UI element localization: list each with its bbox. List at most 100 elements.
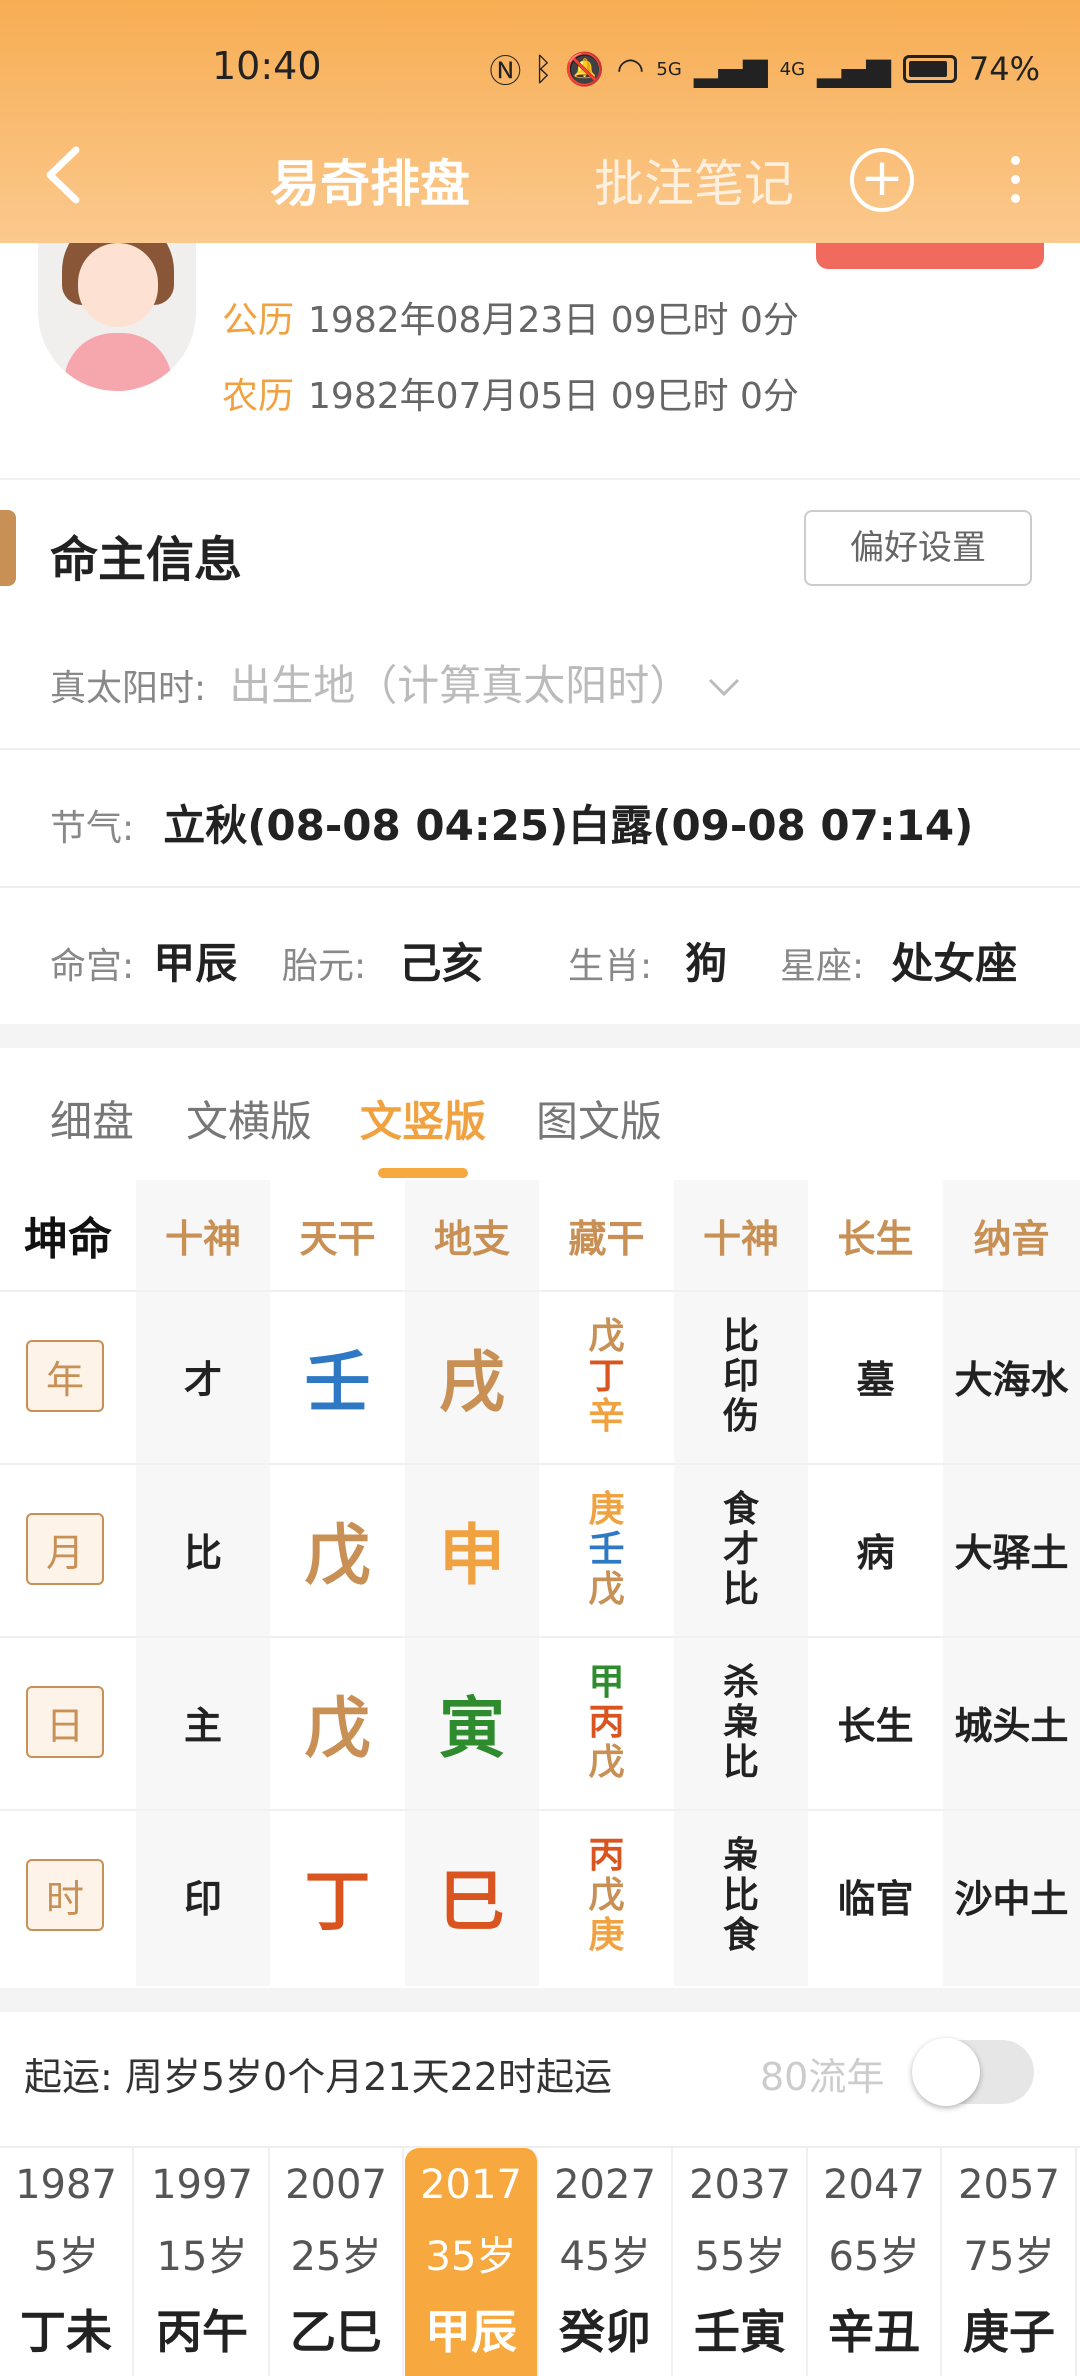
dayun-item[interactable]: 2037 55岁 壬寅 — [674, 2148, 808, 2376]
nayin: 沙中土 — [954, 1877, 1069, 1921]
dayun-year: 2057 — [958, 2162, 1060, 2208]
qiyun-row: 起运: 周岁5岁0个月21天22时起运 80流年 — [0, 2010, 1080, 2144]
profile-card: 公历 1982年08月23日 09巳时 0分 农历 1982年07月05日 09巳时… — [0, 223, 1080, 478]
dayun-age: 35岁 — [425, 2234, 517, 2280]
taiyuan-row: 胎元: 己亥 — [282, 930, 483, 991]
dayun-item[interactable]: 1997 15岁 丙午 — [136, 2148, 270, 2376]
tiangan: 壬 — [304, 1343, 371, 1421]
dayun-gz: 乙巳 — [290, 2305, 382, 2359]
dayun-age: 25岁 — [290, 2234, 382, 2280]
canggan-shishen-char: 食 — [722, 1914, 759, 1956]
chevron-down-icon — [709, 678, 740, 697]
canggan-shishen-char: 伤 — [722, 1395, 759, 1437]
birthplace-select[interactable]: 出生地（计算真太阳时） — [229, 661, 691, 710]
dayun-item[interactable]: 1987 5岁 丁未 — [0, 2148, 134, 2376]
dayun-year: 1997 — [151, 2162, 253, 2208]
xingzuo-value: 处女座 — [891, 939, 1018, 988]
solar-date-row: 公历 1982年08月23日 09巳时 0分 — [222, 291, 799, 343]
signal-bars-icon-2: ▂▄▆ — [817, 50, 891, 88]
pillar-tag[interactable]: 年 — [26, 1340, 104, 1412]
dayun-age: 45岁 — [559, 2234, 651, 2280]
dayun-year: 2007 — [285, 2162, 387, 2208]
dayun-gz: 甲辰 — [425, 2305, 517, 2359]
dayun-gz: 辛丑 — [828, 2305, 920, 2359]
dayun-item[interactable]: 2017 35岁甲辰 — [405, 2148, 539, 2376]
dayun-gz: 癸卯 — [559, 2305, 651, 2359]
true-sun-row[interactable]: 真太阳时: 出生地（计算真太阳时） — [50, 652, 742, 713]
pillar-tag[interactable]: 日 — [26, 1686, 104, 1758]
dayun-year: 2017 — [420, 2162, 522, 2208]
gender-label: 坤命 — [24, 1214, 112, 1265]
tiangan: 戊 — [304, 1516, 371, 1594]
canggan-shishen-char: 枭 — [722, 1701, 759, 1743]
status-icons: Ⓝ ᛒ 🔕 ◠ 5G ▂▄▆ 4G ▂▄▆ 74% — [489, 46, 1040, 92]
tab-notes[interactable]: 批注笔记 — [594, 144, 794, 216]
canggan-shishen-char: 比 — [722, 1874, 759, 1916]
header-canggan: 藏干 — [568, 1216, 645, 1261]
dayun-gz: 丙午 — [156, 2305, 248, 2359]
taiyuan-value: 己亥 — [399, 939, 484, 988]
nayin: 大海水 — [954, 1358, 1069, 1402]
dizhi: 申 — [439, 1516, 505, 1594]
more-menu-icon[interactable] — [1000, 150, 1030, 210]
dizhi: 戌 — [439, 1343, 505, 1421]
tab-wenshu[interactable]: 文竖版 — [360, 1088, 486, 1149]
preference-settings-button[interactable]: 偏好设置 — [804, 510, 1032, 586]
dayun-item[interactable]: 2057 75岁 庚子 — [943, 2148, 1077, 2376]
add-icon[interactable]: + — [850, 148, 914, 212]
pillar-tag[interactable]: 月 — [26, 1513, 104, 1585]
signal-5g-icon: 5G — [656, 58, 682, 80]
minggong-label: 命宫: — [50, 946, 135, 987]
header-canggan-shishen: 十神 — [702, 1216, 779, 1261]
avatar[interactable] — [38, 223, 196, 391]
shengxiao-row: 生肖: 狗 — [568, 930, 727, 991]
status-time: 10:40 — [212, 44, 322, 88]
app-header: 10:40 Ⓝ ᛒ 🔕 ◠ 5G ▂▄▆ 4G ▂▄▆ 74% 易奇排盘 批注笔… — [0, 0, 1080, 243]
back-button[interactable] — [36, 140, 96, 210]
dayun-gz: 庚子 — [963, 2305, 1055, 2359]
canggan-char: 丁 — [588, 1355, 625, 1397]
canggan-shishen-char: 杀 — [722, 1661, 759, 1703]
header-shishen: 十神 — [164, 1216, 241, 1261]
dayun-age: 55岁 — [694, 2234, 786, 2280]
battery-percent: 74% — [968, 50, 1040, 88]
canggan-char: 庚 — [588, 1914, 625, 1956]
canggan-stack: 丙戊庚 — [539, 1809, 674, 1982]
battery-icon — [902, 55, 957, 83]
canggan-shishen-char: 比 — [722, 1741, 759, 1783]
dayun-item[interactable]: 2007 25岁乙巳 — [270, 2148, 404, 2376]
canggan-char: 戊 — [588, 1568, 625, 1610]
nfc-icon: Ⓝ — [489, 52, 522, 90]
tab-yiqi-paipan[interactable]: 易奇排盘 — [270, 144, 470, 216]
pillar-tag[interactable]: 时 — [26, 1859, 104, 1931]
dayun-item[interactable]: 2027 45岁 癸卯 — [539, 2148, 673, 2376]
canggan-char: 丙 — [588, 1834, 625, 1876]
tab-wenheng[interactable]: 文横版 — [186, 1088, 312, 1149]
minggong-row: 命宫: 甲辰 — [50, 930, 237, 991]
dayun-age: 5岁 — [33, 2234, 99, 2280]
dayun-item[interactable]: 2047 65岁 辛丑 — [808, 2148, 942, 2376]
nayin: 大驿土 — [954, 1531, 1069, 1575]
signal-4g-icon: 4G — [779, 58, 806, 80]
header-tiangan: 天干 — [299, 1216, 376, 1261]
minggong-value: 甲辰 — [153, 939, 238, 988]
canggan-shishen-char: 枭 — [722, 1834, 759, 1876]
dizhi: 巳 — [439, 1862, 505, 1940]
tab-xipan[interactable]: 细盘 — [50, 1088, 134, 1149]
jieqi-row: 节气: 立秋(08-08 04:25)白露(09-08 07:14) — [50, 792, 973, 853]
lunar-value: 1982年07月05日 09巳时 0分 — [308, 376, 799, 417]
shengxiao-value: 狗 — [685, 939, 728, 988]
tab-tuwen[interactable]: 图文版 — [536, 1088, 662, 1149]
canggan-shishen-stack: 比印伤 — [674, 1290, 808, 1463]
canggan-char: 壬 — [588, 1528, 625, 1570]
liunian-label: 80流年 — [760, 2055, 885, 2099]
qiyun-text: 起运: 周岁5岁0个月21天22时起运 — [24, 2055, 612, 2099]
tiangan: 丁 — [304, 1862, 371, 1940]
xingzuo-label: 星座: — [780, 946, 865, 987]
gan-shishen: 主 — [183, 1704, 222, 1748]
canggan-stack: 戊丁辛 — [539, 1290, 674, 1463]
bazi-grid: 坤命 十神 天干 地支 藏干 十神 长生 纳音 年才壬戌戊丁辛比印伤墓大海水月比… — [0, 1180, 1080, 1986]
lunar-label: 农历 — [222, 376, 295, 417]
liunian-toggle[interactable] — [912, 2038, 1034, 2106]
canggan-char: 戊 — [588, 1315, 625, 1357]
